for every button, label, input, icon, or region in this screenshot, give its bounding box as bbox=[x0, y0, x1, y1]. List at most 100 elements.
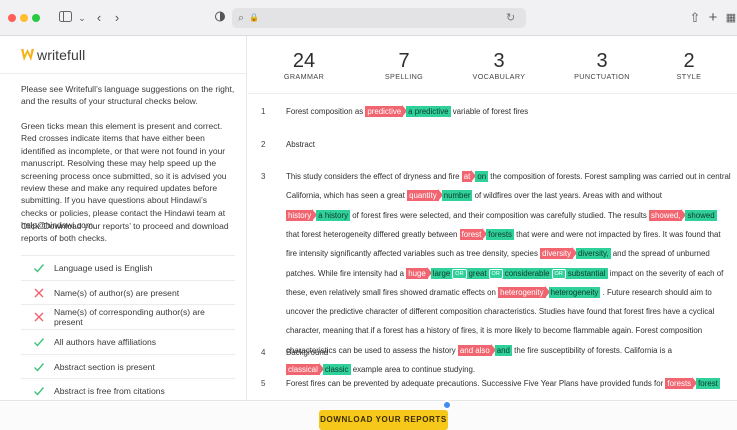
paragraph-line: This study considers the effect of dryne… bbox=[286, 167, 731, 186]
text-run: Forest composition as bbox=[286, 107, 366, 116]
notification-badge bbox=[442, 400, 452, 410]
paragraph-number: 2 bbox=[261, 140, 266, 149]
download-instructions: Click ‘Download your reports’ to proceed… bbox=[21, 221, 229, 244]
chevron-down-icon[interactable]: ⌄ bbox=[77, 9, 87, 27]
suggestion-deletion[interactable]: diversity bbox=[540, 248, 574, 260]
paragraph-number: 3 bbox=[261, 172, 266, 181]
browser-window: ⌄ ‹ › ⌕ 🔒 ↻ ⇧ + ▦ writefull Please see W… bbox=[0, 0, 737, 430]
text-run: example area to continue studying. bbox=[350, 365, 476, 374]
check-label: All authors have affiliations bbox=[54, 336, 157, 347]
download-reports-button[interactable]: DOWNLOAD YOUR REPORTS bbox=[319, 410, 448, 430]
paragraph-text: Background bbox=[286, 348, 329, 357]
stat-count: 2 bbox=[683, 50, 695, 72]
suggestion-insertion[interactable]: a predictive bbox=[406, 106, 451, 117]
alternative-option[interactable]: substantial bbox=[568, 269, 606, 278]
back-icon[interactable]: ‹ bbox=[93, 9, 105, 27]
paragraph-number: 4 bbox=[261, 348, 266, 357]
paragraph-text: Forest fires can be prevented by adequat… bbox=[286, 374, 731, 393]
text-run: Forest fires can be prevented by adequat… bbox=[286, 379, 666, 388]
check-item-corresponding-authors: Name(s) of corresponding author(s) are p… bbox=[21, 304, 235, 329]
suggestion-deletion[interactable]: quantity bbox=[407, 190, 439, 202]
suggestion-deletion[interactable]: forest bbox=[459, 228, 484, 240]
suggestion-alternatives[interactable]: large OR great OR considerable OR substantial bbox=[430, 267, 608, 279]
tab-overview-icon[interactable]: ▦ bbox=[724, 9, 737, 27]
stat-count: 7 bbox=[398, 50, 410, 72]
or-separator: OR bbox=[488, 268, 503, 279]
check-label: Language used is English bbox=[54, 262, 153, 273]
check-item-language: Language used is English bbox=[21, 255, 235, 280]
text-run: . Future research should aim to bbox=[600, 287, 712, 297]
legend-paragraph: Green ticks mean this element is present… bbox=[21, 121, 227, 231]
suggestion-deletion[interactable]: predictive bbox=[365, 106, 404, 117]
stat-label: VOCABULARY bbox=[472, 72, 526, 81]
language-suggestions-panel: 24 GRAMMAR 7 SPELLING 3 VOCABULARY 3 PUN… bbox=[248, 36, 737, 400]
reload-icon[interactable]: ↻ bbox=[506, 10, 515, 26]
share-icon[interactable]: ⇧ bbox=[688, 9, 702, 27]
suggestion-insertion[interactable]: forest bbox=[696, 378, 720, 389]
suggestion-deletion[interactable]: showed, bbox=[649, 209, 683, 221]
minimize-window-button[interactable] bbox=[20, 14, 28, 22]
bottom-action-bar: DOWNLOAD YOUR REPORTS bbox=[0, 400, 737, 430]
lock-icon: 🔒 bbox=[249, 13, 259, 22]
sidebar-toggle-icon[interactable] bbox=[57, 9, 73, 27]
close-window-button[interactable] bbox=[8, 14, 16, 22]
paragraph-line: that forest heterogeneity differed great… bbox=[286, 225, 731, 244]
paragraph-line: these, even relatively small fires showe… bbox=[286, 283, 731, 302]
suggestion-deletion[interactable]: forests bbox=[665, 378, 694, 389]
forward-icon[interactable]: › bbox=[111, 9, 123, 27]
check-item-abstract-citations: Abstract is free from citations bbox=[21, 378, 235, 400]
suggestion-insertion[interactable]: heterogeneity bbox=[548, 286, 601, 298]
paragraph-line: patches. While fire intensity had a huge… bbox=[286, 264, 731, 283]
intro-paragraph: Please see Writefull’s language suggesti… bbox=[21, 84, 235, 107]
address-bar[interactable]: ⌕ 🔒 ↻ bbox=[232, 8, 526, 28]
suggestion-deletion[interactable]: huge bbox=[406, 267, 428, 279]
stat-spelling[interactable]: 7 SPELLING bbox=[359, 50, 449, 82]
stat-vocabulary[interactable]: 3 VOCABULARY bbox=[454, 50, 544, 82]
stat-label: SPELLING bbox=[384, 72, 424, 81]
stat-count: 3 bbox=[493, 50, 505, 72]
suggestion-insertion[interactable]: showed bbox=[685, 209, 717, 221]
text-run: the composition of forests. Forest sampl… bbox=[488, 172, 731, 181]
check-label: Name(s) of corresponding author(s) are p… bbox=[54, 307, 205, 328]
text-run: and the spread of unburned bbox=[610, 249, 710, 259]
check-icon bbox=[34, 263, 45, 273]
suggestion-insertion[interactable]: number bbox=[441, 190, 473, 202]
alternative-option[interactable]: large bbox=[433, 269, 451, 278]
text-run: that forest heterogeneity differed great… bbox=[286, 229, 460, 239]
check-label: Name(s) of author(s) are present bbox=[54, 287, 180, 298]
stat-grammar[interactable]: 24 GRAMMAR bbox=[259, 50, 349, 82]
suggestion-insertion[interactable]: a history bbox=[316, 209, 351, 221]
suggestion-deletion[interactable]: history bbox=[286, 209, 314, 221]
suggestion-insertion[interactable]: diversity, bbox=[576, 248, 611, 260]
stat-count: 24 bbox=[292, 50, 316, 72]
text-run: of forest fires were selected, and their… bbox=[350, 210, 650, 220]
paragraph-line: uncover the predictive character of diff… bbox=[286, 307, 715, 317]
text-run: patches. While fire intensity had a bbox=[286, 268, 407, 278]
alternative-option[interactable]: considerable bbox=[505, 269, 550, 278]
or-separator: OR bbox=[551, 268, 566, 279]
check-icon bbox=[34, 337, 45, 347]
checks-list: Language used is English Name(s) of auth… bbox=[21, 255, 235, 400]
suggestion-stats: 24 GRAMMAR 7 SPELLING 3 VOCABULARY 3 PUN… bbox=[248, 36, 737, 94]
structural-checks-panel: writefull Please see Writefull’s languag… bbox=[0, 36, 247, 400]
check-item-affiliations: All authors have affiliations bbox=[21, 329, 235, 354]
stat-style[interactable]: 2 STYLE bbox=[644, 50, 734, 82]
new-tab-icon[interactable]: + bbox=[706, 9, 720, 27]
paragraph-text: Forest composition as predictive a predic… bbox=[286, 102, 731, 121]
cross-icon bbox=[34, 312, 44, 322]
paragraph-line: California, which has seen a great quant… bbox=[286, 186, 731, 205]
writefull-logo: writefull bbox=[21, 46, 85, 64]
zoom-window-button[interactable] bbox=[32, 14, 40, 22]
or-separator: OR bbox=[452, 268, 467, 279]
suggestion-insertion[interactable]: on bbox=[475, 171, 489, 182]
text-run: fire intensity significantly affected va… bbox=[286, 249, 541, 259]
privacy-shield-icon[interactable] bbox=[213, 9, 227, 27]
alternative-option[interactable]: great bbox=[469, 269, 487, 278]
text-run: variable of forest fires bbox=[450, 107, 529, 116]
paragraph-line: character, meaning that if a forest has … bbox=[286, 326, 703, 336]
suggestion-deletion[interactable]: heterogenity bbox=[498, 286, 546, 298]
suggestion-insertion[interactable]: forests bbox=[486, 228, 514, 240]
text-run: This study considers the effect of dryne… bbox=[286, 172, 462, 181]
cross-icon bbox=[34, 288, 44, 298]
stat-punctuation[interactable]: 3 PUNCTUATION bbox=[557, 50, 647, 82]
